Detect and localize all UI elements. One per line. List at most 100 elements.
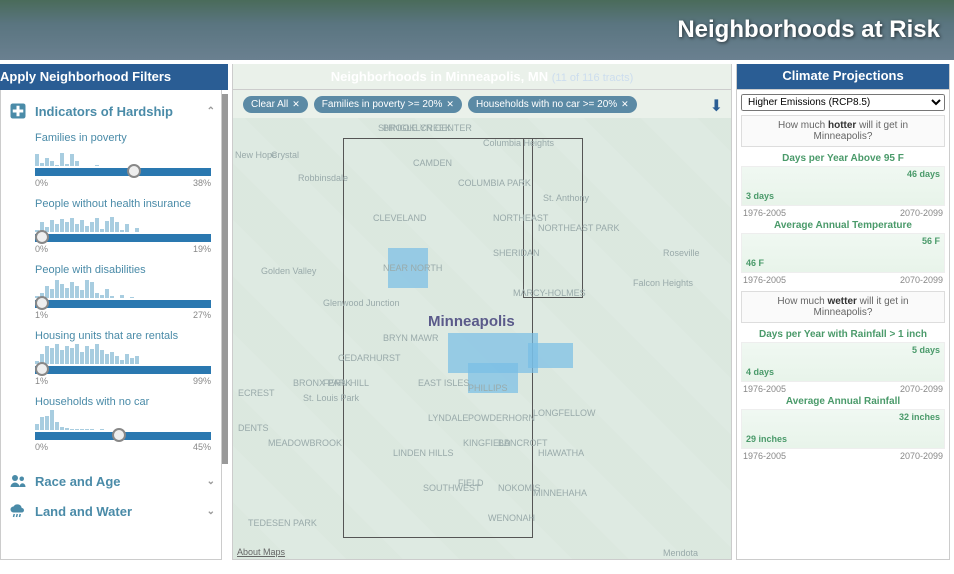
map-place-label: LONGFELLOW <box>533 408 596 418</box>
download-icon[interactable]: ⬇ <box>710 96 723 116</box>
map-place-label: Roseville <box>663 248 700 258</box>
projections-panel: Higher Emissions (RCP8.5) How much hotte… <box>736 90 950 560</box>
map-place-label: PHILLIPS <box>468 383 508 393</box>
threshold-slider[interactable] <box>35 432 211 440</box>
chevron-down-icon: ⌄ <box>207 506 215 517</box>
map-place-label: CAMDEN <box>413 158 452 168</box>
map-place-label: SHERIDAN <box>493 248 540 258</box>
map-place-label: LINDEN HILLS <box>393 448 454 458</box>
map-place-label: FIELD <box>458 478 484 488</box>
filters-header: Apply Neighborhood Filters <box>0 64 228 90</box>
projection-start-value: 4 days <box>746 367 774 377</box>
map-place-label: St. Louis Park <box>303 393 359 403</box>
projection-start-value: 29 inches <box>746 434 787 444</box>
section-hardship[interactable]: Indicators of Hardship ⌃ <box>5 96 217 126</box>
indicator-label: Housing units that are rentals <box>35 330 211 342</box>
section-hardship-label: Indicators of Hardship <box>35 104 173 119</box>
map-place-label: New Hope <box>235 150 277 160</box>
slider-thumb[interactable] <box>127 164 141 178</box>
map-place-label: EAST ISLES <box>418 378 469 388</box>
rain-cloud-icon <box>7 500 29 522</box>
banner: Neighborhoods at Risk <box>0 0 954 60</box>
range-min: 0% <box>35 442 48 452</box>
threshold-slider[interactable] <box>35 366 211 374</box>
map-place-label: COLUMBIA PARK <box>458 178 531 188</box>
threshold-slider[interactable] <box>35 234 211 242</box>
map-place-label: Robbinsdale <box>298 173 348 183</box>
indicator-label: Households with no car <box>35 396 211 408</box>
map-place-label: FERN HILL <box>323 378 369 388</box>
chevron-down-icon: ⌄ <box>207 476 215 487</box>
chip-filter-poverty[interactable]: Families in poverty >= 20%✕ <box>314 96 462 113</box>
range-min: 1% <box>35 310 48 320</box>
projection-range-start: 1976-2005 <box>743 451 786 461</box>
map-place-label: DENTS <box>238 423 269 433</box>
map-header: Neighborhoods in Minneapolis, MN (11 of … <box>232 64 732 90</box>
projection-range-start: 1976-2005 <box>743 384 786 394</box>
app-title: Neighborhoods at Risk <box>677 16 940 44</box>
projection-start-value: 3 days <box>746 191 774 201</box>
map-place-label: Falcon Heights <box>633 278 693 288</box>
map-place-label: Glenwood Junction <box>323 298 400 308</box>
range-max: 45% <box>193 442 211 452</box>
map-place-label: LYNDALE <box>428 413 468 423</box>
projection-range-start: 1976-2005 <box>743 208 786 218</box>
slider-thumb[interactable] <box>35 230 49 244</box>
map-place-label: Mendota <box>663 548 698 558</box>
map-place-label: Golden Valley <box>261 266 316 276</box>
map-place-label: NORTHEAST PARK <box>538 223 620 233</box>
map-place-label: BRYN MAWR <box>383 333 439 343</box>
chevron-up-icon: ⌃ <box>207 106 215 117</box>
section-race-label: Race and Age <box>35 474 121 489</box>
projection-chart: 3 days46 days <box>741 166 945 206</box>
slider-thumb[interactable] <box>35 296 49 310</box>
projection-chart: 46 F56 F <box>741 233 945 273</box>
map-place-label: CLEVELAND <box>373 213 427 223</box>
projection-title: Days per Year Above 95 F <box>741 153 945 164</box>
projection-range-start: 1976-2005 <box>743 275 786 285</box>
projection-range-end: 2070-2099 <box>900 451 943 461</box>
section-land-label: Land and Water <box>35 504 132 519</box>
range-min: 1% <box>35 376 48 386</box>
range-max: 19% <box>193 244 211 254</box>
projections-header: Climate Projections <box>736 64 950 90</box>
slider-thumb[interactable] <box>35 362 49 376</box>
map-city-label: Minneapolis <box>428 313 515 330</box>
map-place-label: MINNEHAHA <box>533 488 587 498</box>
range-min: 0% <box>35 178 48 188</box>
map-place-label: MEADOWBROOK <box>268 438 342 448</box>
people-icon <box>7 470 29 492</box>
range-max: 38% <box>193 178 211 188</box>
map-place-label: TEDESEN PARK <box>248 518 317 528</box>
question-hotter: How much hotter will it get in Minneapol… <box>741 115 945 147</box>
map-panel: Clear All✕ Families in poverty >= 20%✕ H… <box>232 90 732 560</box>
projection-title: Average Annual Rainfall <box>741 396 945 407</box>
map-place-label: NORTHEAST <box>493 213 548 223</box>
map-place-label: BANCROFT <box>498 438 548 448</box>
map-place-label: HIAWATHA <box>538 448 584 458</box>
chip-clear-all[interactable]: Clear All✕ <box>243 96 308 113</box>
indicator-label: People without health insurance <box>35 198 211 210</box>
left-scrollbar[interactable] <box>222 94 228 464</box>
filters-panel: Indicators of Hardship ⌃ Families in pov… <box>0 90 222 560</box>
question-wetter: How much wetter will it get in Minneapol… <box>741 291 945 323</box>
indicator-label: Families in poverty <box>35 132 211 144</box>
map-place-label: St. Anthony <box>543 193 589 203</box>
about-maps-link[interactable]: About Maps <box>237 547 285 557</box>
threshold-slider[interactable] <box>35 168 211 176</box>
column-headers: Apply Neighborhood Filters Neighborhoods… <box>0 64 954 90</box>
plus-badge-icon <box>7 100 29 122</box>
scenario-dropdown[interactable]: Higher Emissions (RCP8.5) <box>741 94 945 111</box>
projection-range-end: 2070-2099 <box>900 208 943 218</box>
projection-chart: 29 inches32 inches <box>741 409 945 449</box>
threshold-slider[interactable] <box>35 300 211 308</box>
projection-chart: 4 days5 days <box>741 342 945 382</box>
map-canvas[interactable]: Minneapolis BROOKLYN CENTERCrystalNew Ho… <box>233 118 731 559</box>
slider-thumb[interactable] <box>112 428 126 442</box>
map-place-label: ECREST <box>238 388 275 398</box>
close-icon: ✕ <box>446 99 454 110</box>
map-place-label: SHINGLE CREEK <box>378 123 451 133</box>
section-land[interactable]: Land and Water ⌄ <box>5 496 217 526</box>
chip-filter-nocar[interactable]: Households with no car >= 20%✕ <box>468 96 637 113</box>
section-race[interactable]: Race and Age ⌄ <box>5 466 217 496</box>
